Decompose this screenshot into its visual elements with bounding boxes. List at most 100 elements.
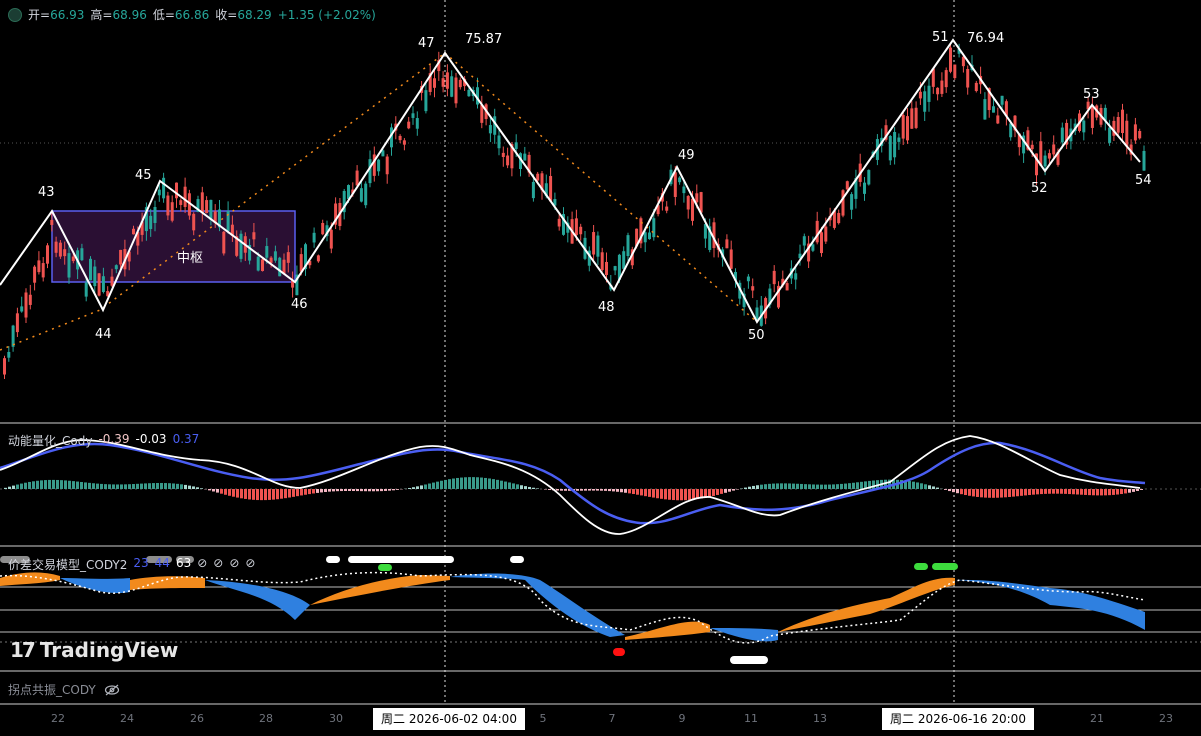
- histogram-bar: [256, 489, 259, 500]
- histogram-bar: [544, 489, 547, 490]
- chart-svg[interactable]: 中枢 43 44 45 46 47 75.87 48 49 50 51 76.9…: [0, 0, 1201, 732]
- histogram-bar: [1000, 489, 1003, 498]
- candle-body: [7, 352, 10, 358]
- histogram-bar: [288, 489, 291, 498]
- zhongshu-label: 中枢: [177, 251, 203, 266]
- histogram-bar: [496, 480, 499, 489]
- histogram-bar: [428, 484, 431, 489]
- histogram-bar: [212, 489, 215, 491]
- candle-body: [175, 183, 178, 199]
- histogram-bar: [16, 485, 19, 489]
- candle-body: [25, 292, 28, 317]
- histogram-bar: [224, 489, 227, 495]
- turning-point-indicator-legend[interactable]: 拐点共振_CODY: [8, 681, 120, 698]
- candle-body: [515, 142, 518, 149]
- histogram-bar: [456, 478, 459, 489]
- histogram-bar: [52, 480, 55, 489]
- histogram-bar: [1112, 489, 1115, 495]
- chart-area[interactable]: 中枢 43 44 45 46 47 75.87 48 49 50 51 76.9…: [0, 0, 1201, 732]
- histogram-bar: [672, 489, 675, 500]
- candle-body: [906, 116, 909, 140]
- histogram-bar: [588, 489, 591, 491]
- candle-body: [889, 136, 892, 160]
- signal-marker-green: [378, 564, 392, 571]
- slash-circle-icon: ⊘: [229, 556, 239, 573]
- signal-marker-white: [510, 556, 524, 563]
- candle-body: [910, 108, 913, 128]
- candle-body: [317, 255, 320, 261]
- histogram-bar: [328, 489, 331, 492]
- histogram-bar: [28, 482, 31, 489]
- histogram-bar: [292, 489, 295, 497]
- cody2-area-orange: [130, 576, 205, 590]
- candle-body: [605, 262, 608, 275]
- histogram-bar: [116, 484, 119, 489]
- histogram-bar: [392, 489, 395, 490]
- signal-marker-green: [914, 563, 928, 570]
- candle-body: [455, 78, 458, 104]
- histogram-bar: [1004, 489, 1007, 497]
- signal-marker-white: [326, 556, 340, 563]
- candle-body: [102, 276, 105, 292]
- candle-body: [674, 172, 677, 197]
- candle-body: [111, 277, 114, 286]
- histogram-bar: [188, 486, 191, 489]
- close-label: 收=: [215, 6, 237, 23]
- histogram-bar: [960, 489, 963, 494]
- pivot-price-label: 76.94: [967, 31, 1004, 46]
- candle-body: [1048, 153, 1051, 158]
- candle-body: [119, 250, 122, 265]
- histogram-bar: [464, 477, 467, 489]
- histogram-bar: [388, 489, 391, 491]
- histogram-bar: [48, 480, 51, 489]
- histogram-bar: [432, 483, 435, 489]
- histogram-bar: [96, 484, 99, 489]
- histogram-bar: [148, 483, 151, 489]
- histogram-bar: [1128, 489, 1131, 493]
- pivot-label: 51: [932, 30, 949, 45]
- histogram-bar: [832, 484, 835, 489]
- histogram-bar: [1008, 489, 1011, 497]
- histogram-bar: [384, 489, 387, 491]
- histogram-bar: [596, 489, 599, 491]
- histogram-bar: [1072, 489, 1075, 494]
- slash-circle-icon: ⊘: [213, 556, 223, 573]
- histogram-bar: [320, 489, 323, 492]
- candle-body: [166, 196, 169, 216]
- histogram-bar: [744, 488, 747, 489]
- histogram-bar: [688, 489, 691, 500]
- histogram-bar: [724, 489, 727, 493]
- eye-off-icon[interactable]: [104, 684, 120, 696]
- candle-body: [1091, 107, 1094, 128]
- candle-body: [811, 244, 814, 250]
- histogram-bar: [92, 483, 95, 489]
- candle-body: [179, 200, 182, 205]
- histogram-bar: [652, 489, 655, 498]
- pivot-labels: 43 44 45 46 47 75.87 48 49 50 51 76.94 5…: [38, 30, 1152, 343]
- candle-body: [940, 81, 943, 94]
- histogram-bar: [284, 489, 287, 498]
- candle-body: [730, 249, 733, 268]
- histogram-bar: [308, 489, 311, 494]
- histogram-bar: [780, 483, 783, 489]
- tradingview-logo[interactable]: 17 TradingView: [10, 638, 178, 662]
- histogram-bar: [144, 483, 147, 489]
- candle-body: [360, 188, 363, 201]
- x-tick-label: 23: [1159, 712, 1173, 725]
- histogram-bar: [680, 489, 683, 500]
- histogram-bar: [1016, 489, 1019, 496]
- cody2-area-orange: [310, 575, 450, 605]
- histogram-bar: [776, 483, 779, 489]
- symbol-status-icon[interactable]: [8, 8, 22, 22]
- histogram-bar: [172, 483, 175, 489]
- histogram-bar: [8, 487, 11, 489]
- histogram-bar: [168, 483, 171, 489]
- histogram-bar: [68, 481, 71, 489]
- histogram-bar: [920, 483, 923, 489]
- histogram-bar: [120, 484, 123, 489]
- candle-body: [915, 108, 918, 128]
- momentum-indicator-legend[interactable]: 动能量化_Cody -0.39 -0.03 0.37: [8, 432, 199, 449]
- cody2-indicator-legend[interactable]: 价差交易模型_CODY2 23 44 63 ⊘ ⊘ ⊘ ⊘: [8, 556, 255, 573]
- histogram-bar: [1048, 489, 1051, 494]
- histogram-bar: [1100, 489, 1103, 495]
